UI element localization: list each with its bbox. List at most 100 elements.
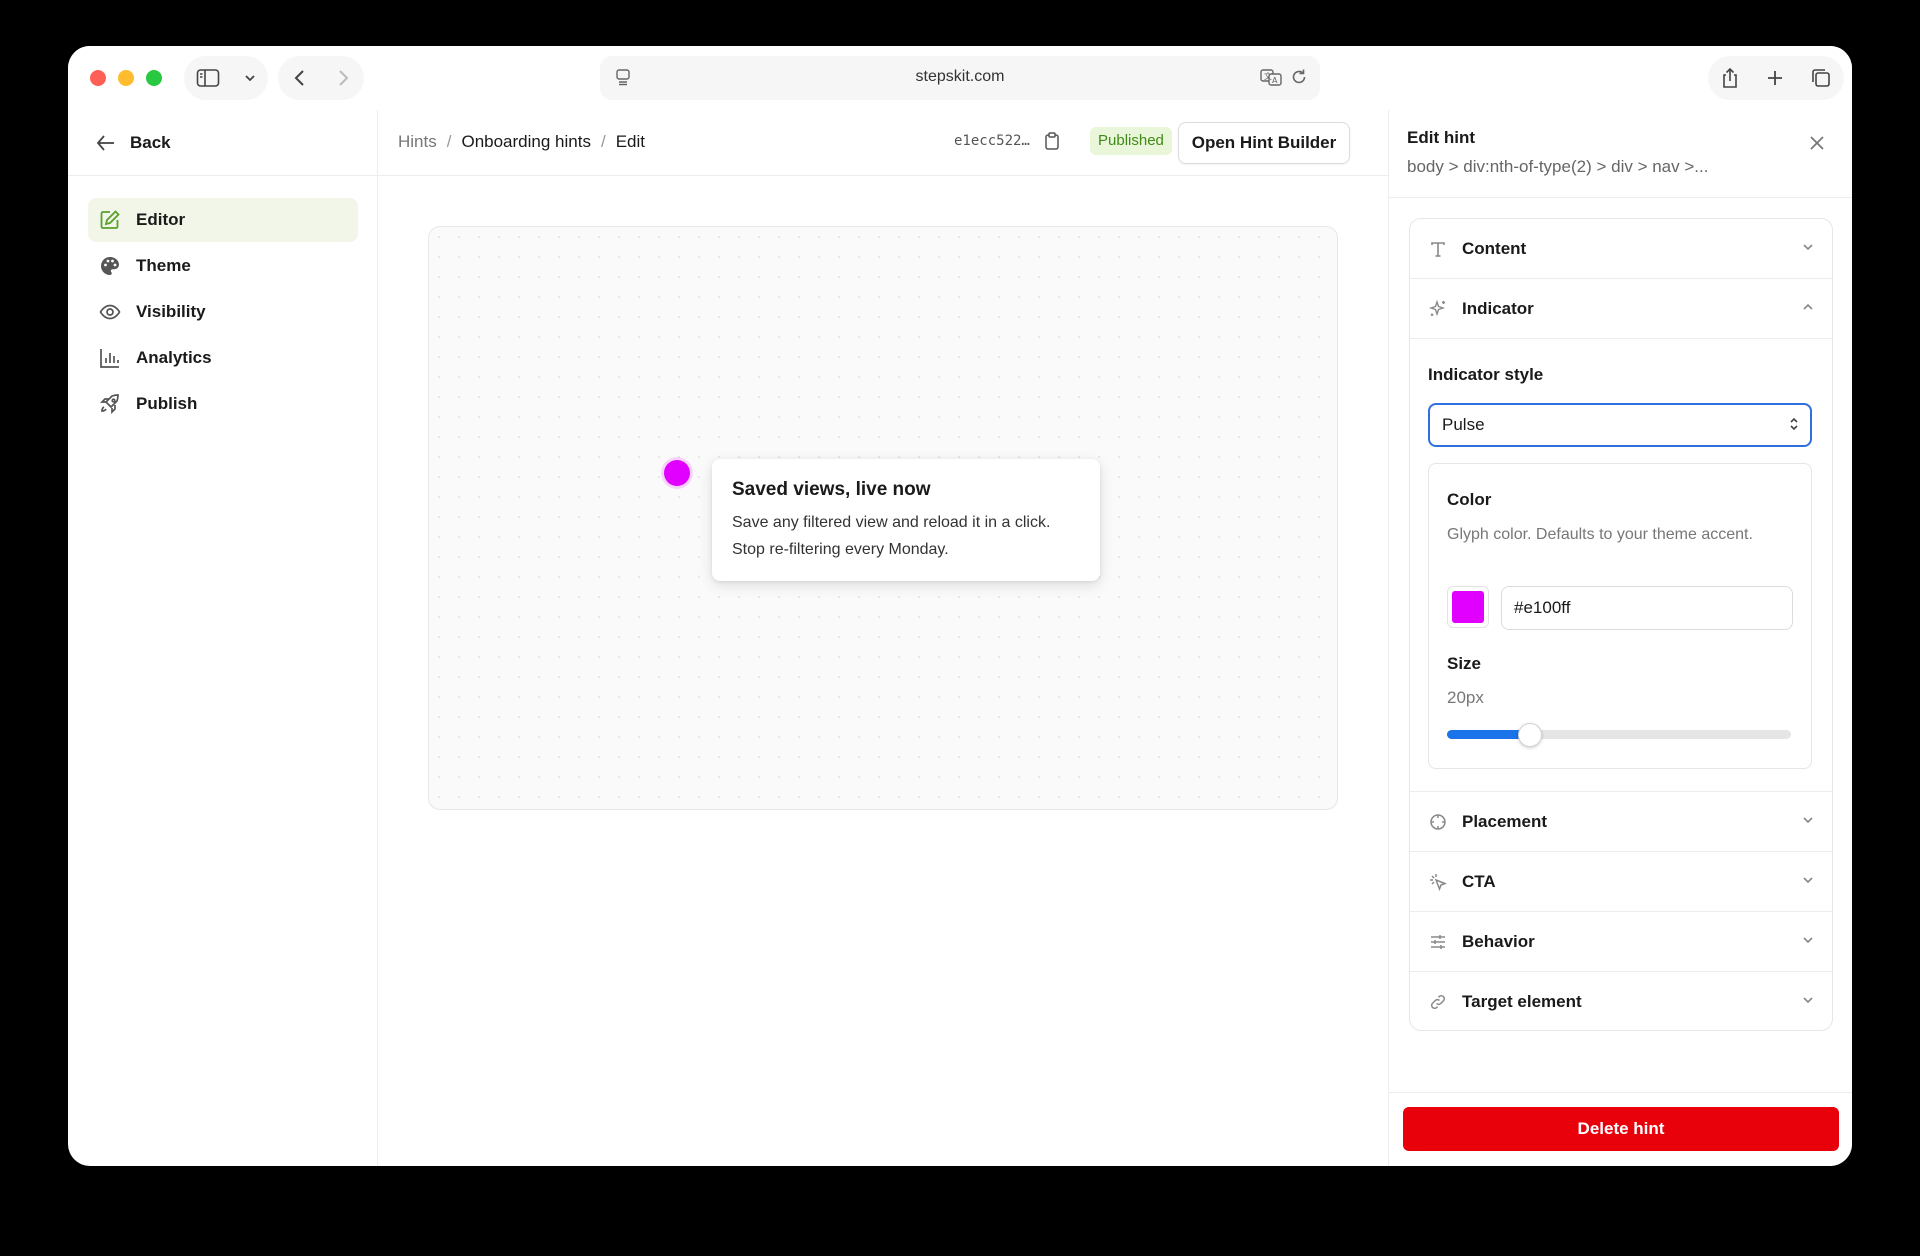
tooltip-body: Save any filtered view and reload it in … (732, 514, 1051, 558)
browser-window: stepskit.com 文A Back Editor Theme Visibi… (68, 46, 1852, 1166)
clipboard-icon[interactable] (1044, 132, 1060, 150)
size-label: Size (1447, 654, 1482, 673)
selector-path: body > div:nth-of-type(2) > div > nav >.… (1407, 157, 1709, 176)
browser-toolbar: stepskit.com 文A (68, 46, 1852, 110)
cursor-click-icon (1428, 873, 1448, 891)
section-label: Placement (1462, 811, 1548, 831)
section-indicator[interactable]: Indicator (1410, 279, 1832, 339)
chevron-down-icon (1800, 872, 1816, 888)
indicator-options-card: Color Glyph color. Defaults to your them… (1428, 463, 1812, 769)
chevron-down-icon (1800, 992, 1816, 1008)
preview-canvas: Saved views, live now Save any filtered … (428, 226, 1338, 810)
section-label: CTA (1462, 871, 1496, 891)
close-window-button[interactable] (90, 70, 106, 86)
section-behavior[interactable]: Behavior (1410, 912, 1832, 972)
back-label: Back (130, 132, 171, 152)
sidebar-item-editor[interactable]: Editor (88, 198, 358, 242)
indicator-style-value: Pulse (1442, 415, 1485, 434)
translate-icon[interactable]: 文A (1260, 68, 1282, 86)
chevron-down-icon (1800, 932, 1816, 948)
color-label: Color (1447, 490, 1492, 509)
panel-footer: Delete hint (1388, 1092, 1852, 1166)
sidebar-item-label: Theme (136, 256, 191, 275)
breadcrumb-edit: Edit (615, 132, 645, 151)
sparkles-icon (1428, 299, 1448, 319)
text-icon (1428, 240, 1448, 258)
sidebar-toggle-group (184, 56, 268, 100)
main-header: Hints / Onboarding hints / Edit e1ecc522… (378, 110, 1388, 176)
new-tab-icon[interactable] (1765, 68, 1785, 88)
color-hex-input[interactable] (1501, 586, 1793, 630)
sliders-icon (1428, 933, 1448, 951)
sidebar-item-visibility[interactable]: Visibility (88, 290, 358, 334)
sidebar-item-label: Visibility (136, 302, 206, 321)
panel-title: Edit hint (1407, 128, 1475, 147)
color-swatch (1452, 591, 1484, 623)
rocket-icon (98, 393, 122, 415)
section-cta[interactable]: CTA (1410, 852, 1832, 912)
tooltip-title: Saved views, live now (732, 479, 931, 500)
hint-indicator-dot[interactable] (664, 460, 690, 486)
hint-id: e1ecc522… (954, 133, 1030, 149)
indicator-style-label: Indicator style (1428, 365, 1544, 384)
delete-hint-button[interactable]: Delete hint (1403, 1107, 1839, 1151)
edit-hint-panel: Edit hint body > div:nth-of-type(2) > di… (1388, 110, 1852, 1166)
size-slider[interactable] (1447, 723, 1791, 747)
sidebar-toggle-icon[interactable] (196, 68, 220, 88)
size-value: 20px (1447, 688, 1484, 707)
panel-header: Edit hint body > div:nth-of-type(2) > di… (1389, 110, 1852, 198)
chevron-down-icon (1800, 812, 1816, 828)
browser-actions-group (1708, 56, 1844, 100)
sidebar-item-label: Publish (136, 394, 198, 413)
color-help-text: Glyph color. Defaults to your theme acce… (1447, 526, 1753, 543)
breadcrumb-onboarding-hints[interactable]: Onboarding hints (461, 132, 590, 152)
size-slider-thumb[interactable] (1517, 723, 1542, 747)
indicator-settings: Indicator style Pulse Color Glyph color.… (1410, 339, 1832, 792)
color-swatch-button[interactable] (1447, 586, 1489, 628)
section-content[interactable]: Content (1410, 219, 1832, 279)
back-button[interactable]: Back (68, 110, 377, 176)
tab-overview-icon[interactable] (1810, 67, 1832, 89)
chevron-down-icon[interactable] (243, 71, 257, 85)
sidebar-item-publish[interactable]: Publish (88, 382, 358, 426)
arrow-left-icon (96, 134, 116, 152)
section-target-element[interactable]: Target element (1410, 972, 1832, 1030)
svg-text:文: 文 (1264, 71, 1272, 81)
chevron-up-icon (1800, 299, 1816, 315)
left-sidebar: Back Editor Theme Visibility Analytics P… (68, 110, 378, 1166)
indicator-style-select[interactable]: Pulse (1428, 403, 1812, 447)
url-text: stepskit.com (915, 68, 1005, 85)
settings-accordion: Content Indicator Indicator style Pulse (1409, 218, 1833, 1031)
status-badge: Published (1090, 127, 1172, 155)
forward-arrow-icon[interactable] (336, 68, 350, 88)
bar-chart-icon (98, 347, 122, 369)
svg-text:A: A (1272, 76, 1278, 85)
history-nav-group (278, 56, 364, 100)
sidebar-item-label: Editor (136, 210, 186, 229)
palette-icon (98, 255, 122, 277)
eye-icon (98, 301, 122, 323)
breadcrumb-separator: / (600, 132, 606, 151)
section-label: Target element (1462, 992, 1582, 1011)
sidebar-item-theme[interactable]: Theme (88, 244, 358, 288)
link-icon (1428, 993, 1448, 1011)
share-icon[interactable] (1720, 67, 1740, 89)
reload-icon[interactable] (1290, 68, 1308, 86)
chevron-up-down-icon (1788, 415, 1800, 433)
open-hint-builder-button[interactable]: Open Hint Builder (1178, 122, 1350, 164)
edit-icon (98, 209, 122, 231)
minimize-window-button[interactable] (118, 70, 134, 86)
breadcrumb-hints[interactable]: Hints (398, 132, 437, 152)
address-bar[interactable]: stepskit.com 文A (600, 56, 1320, 100)
section-label: Indicator (1462, 298, 1534, 318)
zoom-window-button[interactable] (146, 70, 162, 86)
chevron-down-icon (1800, 239, 1816, 255)
section-label: Content (1462, 238, 1527, 258)
section-placement[interactable]: Placement (1410, 792, 1832, 852)
sidebar-item-label: Analytics (136, 348, 212, 367)
crosshair-icon (1428, 813, 1448, 831)
back-arrow-icon[interactable] (293, 68, 307, 88)
sidebar-item-analytics[interactable]: Analytics (88, 336, 358, 380)
close-icon[interactable] (1808, 134, 1826, 152)
hint-tooltip: Saved views, live now Save any filtered … (712, 459, 1100, 581)
